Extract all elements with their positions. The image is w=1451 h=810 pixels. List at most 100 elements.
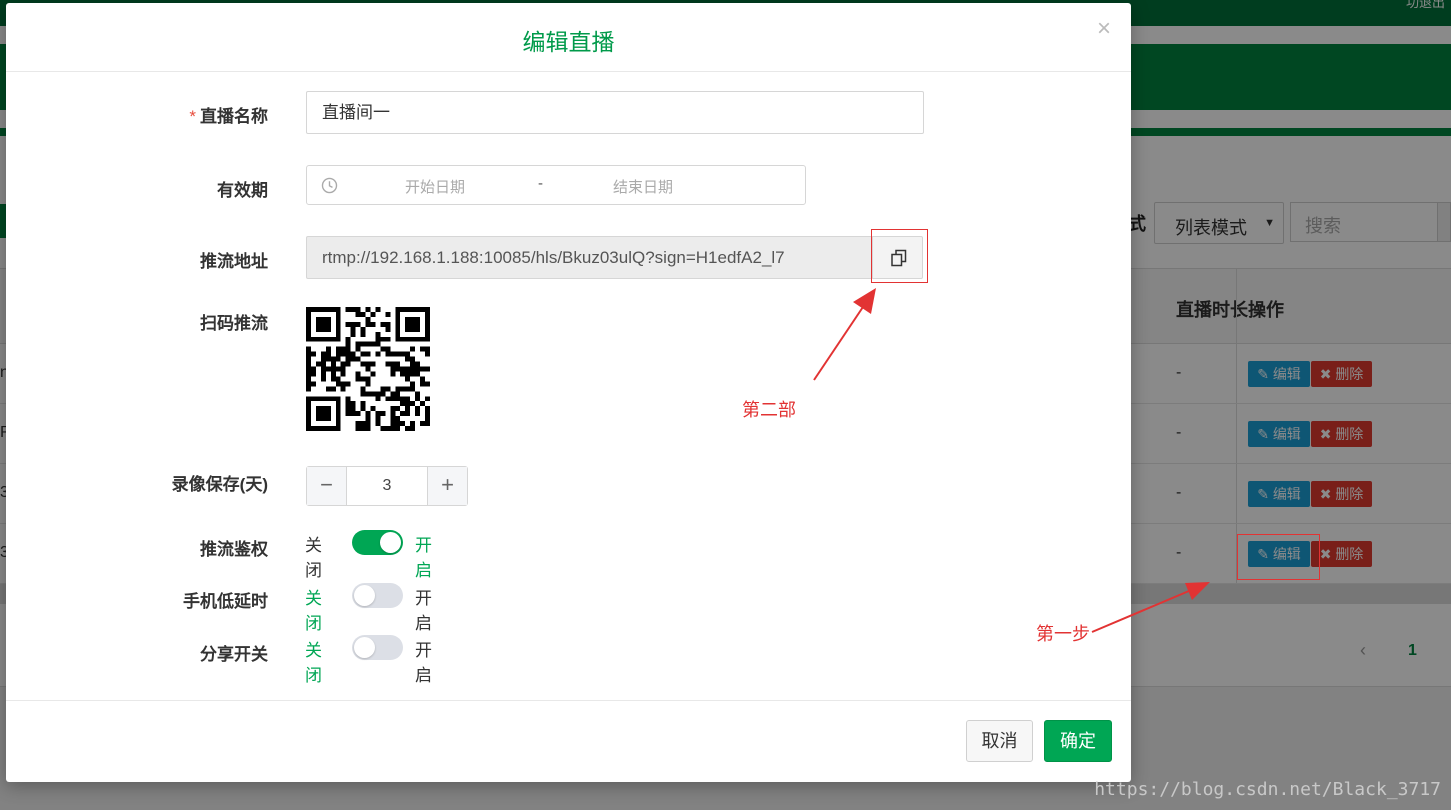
push-auth-toggle[interactable] <box>352 530 403 555</box>
qr-module <box>410 336 416 342</box>
qr-module <box>306 311 311 317</box>
qr-module <box>365 361 371 367</box>
qr-module <box>320 376 326 382</box>
qr-module <box>345 341 351 347</box>
qr-module <box>365 381 371 387</box>
qr-module <box>315 307 321 312</box>
close-icon[interactable]: × <box>1097 17 1111 41</box>
qr-module <box>320 336 326 342</box>
qr-module <box>335 366 341 372</box>
qr-module <box>375 421 381 427</box>
qr-module <box>415 391 421 397</box>
qr-module <box>325 351 331 357</box>
qr-module <box>355 356 361 362</box>
qr-module <box>345 336 351 342</box>
qr-module <box>360 426 366 431</box>
qr-module <box>320 426 326 431</box>
qr-module <box>410 346 416 352</box>
qr-module <box>390 406 396 412</box>
qr-module <box>395 391 401 397</box>
qr-module <box>340 346 346 352</box>
qr-module <box>360 361 366 367</box>
qr-module <box>320 361 326 367</box>
qr-module <box>395 421 401 427</box>
push-auth-label: 推流鉴权 <box>200 540 268 559</box>
qr-module <box>320 351 326 357</box>
end-date-input[interactable]: 结束日期 <box>613 176 673 197</box>
qr-module <box>320 307 326 312</box>
qr-module <box>325 426 331 431</box>
push-url-field[interactable]: rtmp://192.168.1.188:10085/hls/Bkuz03ulQ… <box>306 236 872 279</box>
qr-module <box>415 336 421 342</box>
qr-module <box>375 307 381 312</box>
copy-button[interactable] <box>872 236 923 279</box>
qr-module <box>365 366 371 372</box>
qr-module <box>325 356 331 362</box>
push-url-label: 推流地址 <box>200 252 268 271</box>
qr-module <box>385 351 391 357</box>
qr-module <box>365 341 371 347</box>
low-latency-toggle[interactable] <box>352 583 403 608</box>
name-label: * 直播名称 <box>189 107 268 126</box>
qr-module <box>330 426 336 431</box>
qr-module <box>385 326 391 332</box>
decrement-button[interactable]: − <box>307 467 347 505</box>
qr-module <box>315 411 321 417</box>
qr-module <box>405 366 411 372</box>
qr-module <box>425 406 430 412</box>
toggle-knob <box>354 637 375 658</box>
qr-module <box>375 396 381 402</box>
qr-module <box>310 396 316 402</box>
qr-module <box>355 426 361 431</box>
toggle-knob <box>354 585 375 606</box>
qr-module <box>315 316 321 322</box>
qr-module <box>410 356 416 362</box>
date-range-picker[interactable]: 开始日期 - 结束日期 <box>306 165 806 205</box>
qr-module <box>400 401 406 407</box>
qr-module <box>325 316 331 322</box>
share-toggle[interactable] <box>352 635 403 660</box>
qr-module <box>405 411 411 417</box>
qr-module <box>365 416 371 422</box>
qr-module <box>340 371 346 377</box>
qr-module <box>375 411 381 417</box>
qr-module <box>335 396 341 402</box>
qr-module <box>310 307 316 312</box>
qr-module <box>400 386 406 392</box>
qr-module <box>350 321 356 327</box>
qr-module <box>405 326 411 332</box>
qr-module <box>310 426 316 431</box>
qr-module <box>425 307 430 312</box>
qr-module <box>370 371 376 377</box>
start-date-input[interactable]: 开始日期 <box>405 176 465 197</box>
increment-button[interactable]: + <box>427 467 467 505</box>
qr-module <box>375 391 381 397</box>
qr-module <box>400 366 406 372</box>
qr-module <box>405 401 411 407</box>
record-days-input[interactable]: 3 <box>347 467 427 505</box>
cancel-button[interactable]: 取消 <box>966 720 1033 762</box>
qr-module <box>415 366 421 372</box>
qr-module <box>425 366 430 372</box>
qr-module <box>395 331 401 337</box>
qr-module <box>360 386 366 392</box>
confirm-button[interactable]: 确定 <box>1044 720 1112 762</box>
qr-module <box>370 391 376 397</box>
qr-module <box>415 396 421 402</box>
qr-module <box>340 386 346 392</box>
qr-module <box>400 396 406 402</box>
required-mark: * <box>189 107 196 126</box>
qr-module <box>425 331 430 337</box>
live-name-input[interactable]: 直播间一 <box>306 91 924 134</box>
qr-module <box>335 411 341 417</box>
validity-label: 有效期 <box>217 181 268 200</box>
qr-module <box>310 336 316 342</box>
qr-module <box>335 346 341 352</box>
qr-module <box>306 401 311 407</box>
qr-module <box>310 351 316 357</box>
qr-module <box>380 321 386 327</box>
qr-module <box>390 351 396 357</box>
qr-module <box>420 381 426 387</box>
qr-module <box>400 307 406 312</box>
qr-module <box>330 366 336 372</box>
